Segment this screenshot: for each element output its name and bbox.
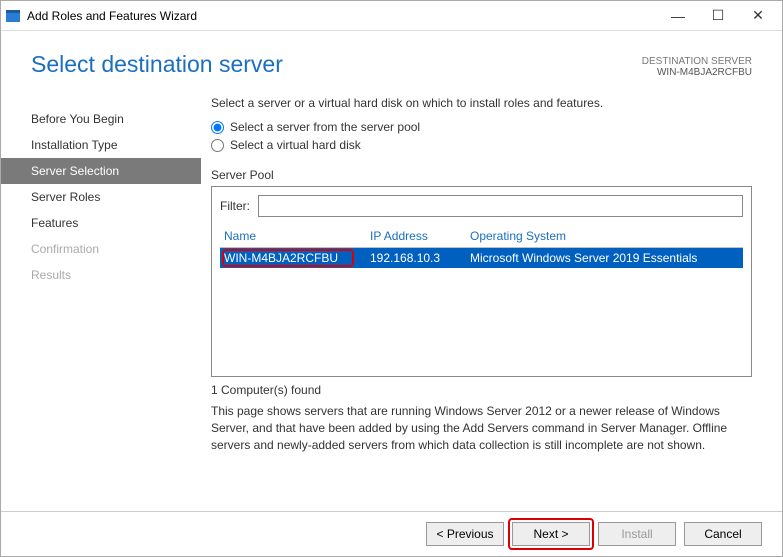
body: Before You Begin Installation Type Serve…: [1, 78, 782, 511]
titlebar: Add Roles and Features Wizard — ☐ ✕: [1, 1, 782, 31]
step-before-you-begin[interactable]: Before You Begin: [1, 106, 201, 132]
cell-os: Microsoft Windows Server 2019 Essentials: [470, 251, 743, 265]
note-text: This page shows servers that are running…: [211, 403, 752, 453]
close-button[interactable]: ✕: [738, 2, 778, 30]
destination-label: DESTINATION SERVER: [642, 56, 752, 67]
server-pool-box: Filter: Name IP Address Operating System…: [211, 186, 752, 377]
col-os-header[interactable]: Operating System: [470, 229, 743, 243]
table-row[interactable]: WIN-M4BJA2RCFBU 192.168.10.3 Microsoft W…: [220, 248, 743, 268]
radio-server-pool-label: Select a server from the server pool: [230, 120, 420, 134]
maximize-button[interactable]: ☐: [698, 2, 738, 30]
filter-input[interactable]: [258, 195, 743, 217]
table-body: WIN-M4BJA2RCFBU 192.168.10.3 Microsoft W…: [220, 248, 743, 368]
filter-label: Filter:: [220, 199, 250, 213]
server-pool-label: Server Pool: [211, 168, 752, 182]
steps-nav: Before You Begin Installation Type Serve…: [1, 96, 201, 511]
filter-row: Filter:: [220, 195, 743, 217]
computer-count: 1 Computer(s) found: [211, 383, 752, 397]
destination-value: WIN-M4BJA2RCFBU: [642, 67, 752, 78]
step-features[interactable]: Features: [1, 210, 201, 236]
intro-text: Select a server or a virtual hard disk o…: [211, 96, 752, 110]
radio-server-pool[interactable]: Select a server from the server pool: [211, 120, 752, 134]
page-title: Select destination server: [31, 51, 642, 78]
radio-server-pool-input[interactable]: [211, 121, 224, 134]
minimize-button[interactable]: —: [658, 2, 698, 30]
step-results: Results: [1, 262, 201, 288]
step-server-roles[interactable]: Server Roles: [1, 184, 201, 210]
cancel-button[interactable]: Cancel: [684, 522, 762, 546]
install-button: Install: [598, 522, 676, 546]
radio-vhd[interactable]: Select a virtual hard disk: [211, 138, 752, 152]
content-pane: Select a server or a virtual hard disk o…: [201, 96, 782, 511]
col-ip-header[interactable]: IP Address: [370, 229, 470, 243]
cell-name: WIN-M4BJA2RCFBU: [220, 251, 370, 265]
destination-block: DESTINATION SERVER WIN-M4BJA2RCFBU: [642, 56, 752, 78]
col-name-header[interactable]: Name: [220, 229, 370, 243]
footer: < Previous Next > Install Cancel: [1, 511, 782, 556]
step-confirmation: Confirmation: [1, 236, 201, 262]
step-installation-type[interactable]: Installation Type: [1, 132, 201, 158]
header: Select destination server DESTINATION SE…: [1, 31, 782, 78]
radio-vhd-input[interactable]: [211, 139, 224, 152]
cell-ip: 192.168.10.3: [370, 251, 470, 265]
window-controls: — ☐ ✕: [658, 2, 778, 30]
table-header: Name IP Address Operating System: [220, 225, 743, 248]
radio-vhd-label: Select a virtual hard disk: [230, 138, 361, 152]
app-icon: [5, 8, 21, 24]
window-title: Add Roles and Features Wizard: [27, 9, 658, 23]
next-button[interactable]: Next >: [512, 522, 590, 546]
step-server-selection[interactable]: Server Selection: [1, 158, 201, 184]
previous-button[interactable]: < Previous: [426, 522, 504, 546]
